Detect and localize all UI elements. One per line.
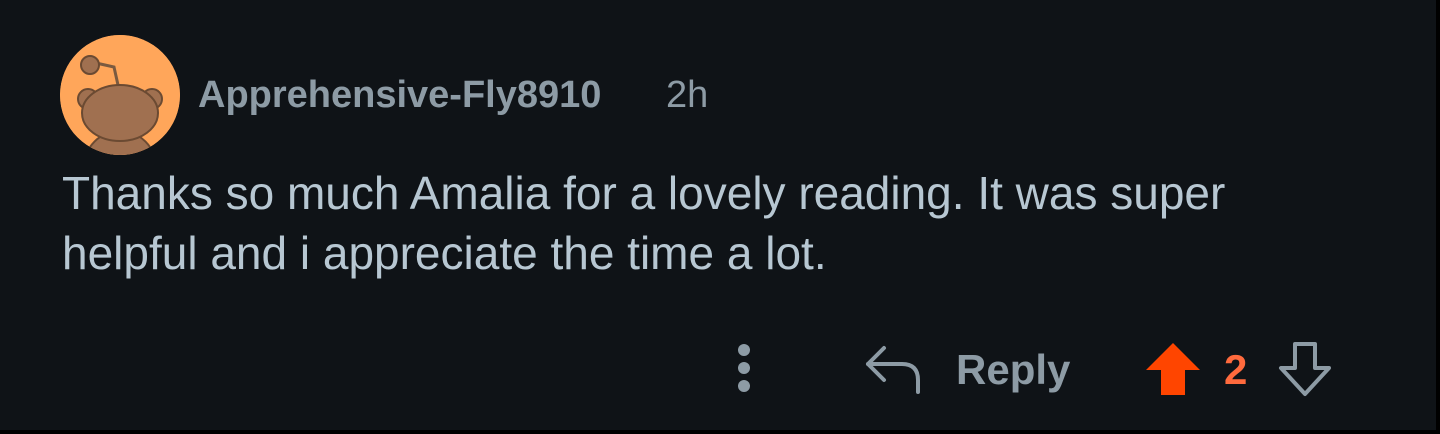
- comment-author[interactable]: Apprehensive-Fly8910: [198, 74, 601, 117]
- reply-label: Reply: [956, 346, 1071, 393]
- more-options-icon: [738, 344, 750, 392]
- upvote-button[interactable]: [1144, 340, 1202, 398]
- reply-arrow-icon: [866, 346, 920, 394]
- avatar[interactable]: [60, 35, 180, 155]
- snoo-avatar-icon: [60, 35, 180, 155]
- comment-card: Apprehensive-Fly8910 2h Thanks so much A…: [0, 0, 1440, 434]
- comment-body: Thanks so much Amalia for a lovely readi…: [62, 167, 1226, 279]
- reply-button[interactable]: Reply: [862, 336, 1082, 402]
- vote-count: 2: [1224, 346, 1248, 393]
- downvote-arrow-icon: [1279, 342, 1331, 396]
- comment-timestamp: 2h: [666, 74, 709, 116]
- more-options-button[interactable]: [728, 342, 760, 394]
- upvote-arrow-icon: [1146, 343, 1200, 395]
- downvote-button[interactable]: [1276, 340, 1334, 398]
